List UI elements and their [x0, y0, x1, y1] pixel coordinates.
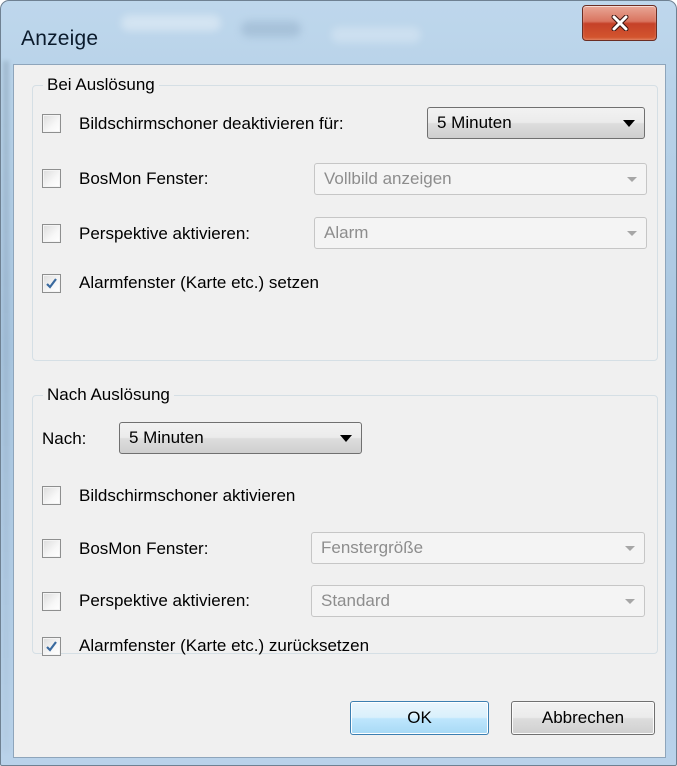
checkbox-perspective-activate-after[interactable]	[42, 592, 61, 611]
chevron-down-icon	[623, 120, 635, 127]
group-nach-ausloesung-title: Nach Auslösung	[43, 385, 174, 405]
cancel-button[interactable]: Abbrechen	[511, 701, 655, 735]
label-bosmon-window: BosMon Fenster:	[79, 169, 209, 188]
dropdown-screensaver-duration[interactable]: 5 Minuten	[427, 107, 645, 139]
dropdown-value: 5 Minuten	[437, 113, 512, 132]
dropdown-perspective: Alarm	[314, 217, 647, 249]
dropdown-perspective-after: Standard	[311, 585, 645, 617]
chevron-down-icon	[627, 231, 637, 236]
checkbox-alarm-window-set[interactable]	[42, 274, 61, 293]
dialog-client-area: Bei Auslösung Bildschirmschoner deaktivi…	[13, 64, 666, 758]
group-bei-ausloesung-title: Bei Auslösung	[43, 75, 159, 95]
dropdown-value: Fenstergröße	[321, 538, 424, 557]
window-title: Anzeige	[21, 27, 99, 50]
dropdown-after-duration[interactable]: 5 Minuten	[119, 422, 362, 454]
glass-reflection	[331, 27, 421, 43]
label-after: Nach:	[42, 429, 87, 448]
dropdown-bosmon-window-size: Fenstergröße	[311, 532, 645, 564]
label-perspective-activate-after: Perspektive aktivieren:	[79, 591, 251, 610]
chevron-down-icon	[625, 546, 635, 551]
dropdown-value: Alarm	[324, 223, 369, 242]
dropdown-value: 5 Minuten	[129, 428, 204, 447]
checkmark-icon	[46, 641, 57, 652]
glass-reflection	[3, 61, 9, 751]
label-alarm-window-set: Alarmfenster (Karte etc.) setzen	[79, 273, 319, 292]
checkbox-screensaver-activate[interactable]	[42, 486, 61, 505]
chevron-down-icon	[627, 177, 637, 182]
dialog-window: Anzeige Bei Auslösung Bildschirmschoner …	[0, 0, 677, 766]
dropdown-value: Standard	[321, 591, 390, 610]
label-screensaver-deactivate: Bildschirmschoner deaktivieren für:	[79, 114, 344, 133]
checkbox-perspective-activate[interactable]	[42, 224, 61, 243]
label-alarm-window-reset: Alarmfenster (Karte etc.) zurücksetzen	[79, 636, 370, 655]
dropdown-bosmon-window-mode: Vollbild anzeigen	[314, 163, 647, 195]
checkbox-bosmon-window[interactable]	[42, 169, 61, 188]
label-perspective-activate: Perspektive aktivieren:	[79, 224, 251, 243]
close-button[interactable]	[582, 5, 657, 41]
label-bosmon-window-after: BosMon Fenster:	[79, 539, 209, 558]
checkmark-icon	[46, 278, 57, 289]
dropdown-value: Vollbild anzeigen	[324, 169, 452, 188]
ok-button[interactable]: OK	[350, 701, 489, 735]
glass-reflection	[121, 15, 221, 31]
chevron-down-icon	[625, 599, 635, 604]
checkbox-bosmon-window-after[interactable]	[42, 539, 61, 558]
label-screensaver-activate: Bildschirmschoner aktivieren	[79, 486, 296, 505]
chevron-down-icon	[340, 435, 352, 442]
glass-reflection	[241, 21, 301, 37]
checkbox-alarm-window-reset[interactable]	[42, 637, 61, 656]
checkbox-screensaver-deactivate[interactable]	[42, 114, 61, 133]
close-x-icon	[611, 15, 629, 31]
